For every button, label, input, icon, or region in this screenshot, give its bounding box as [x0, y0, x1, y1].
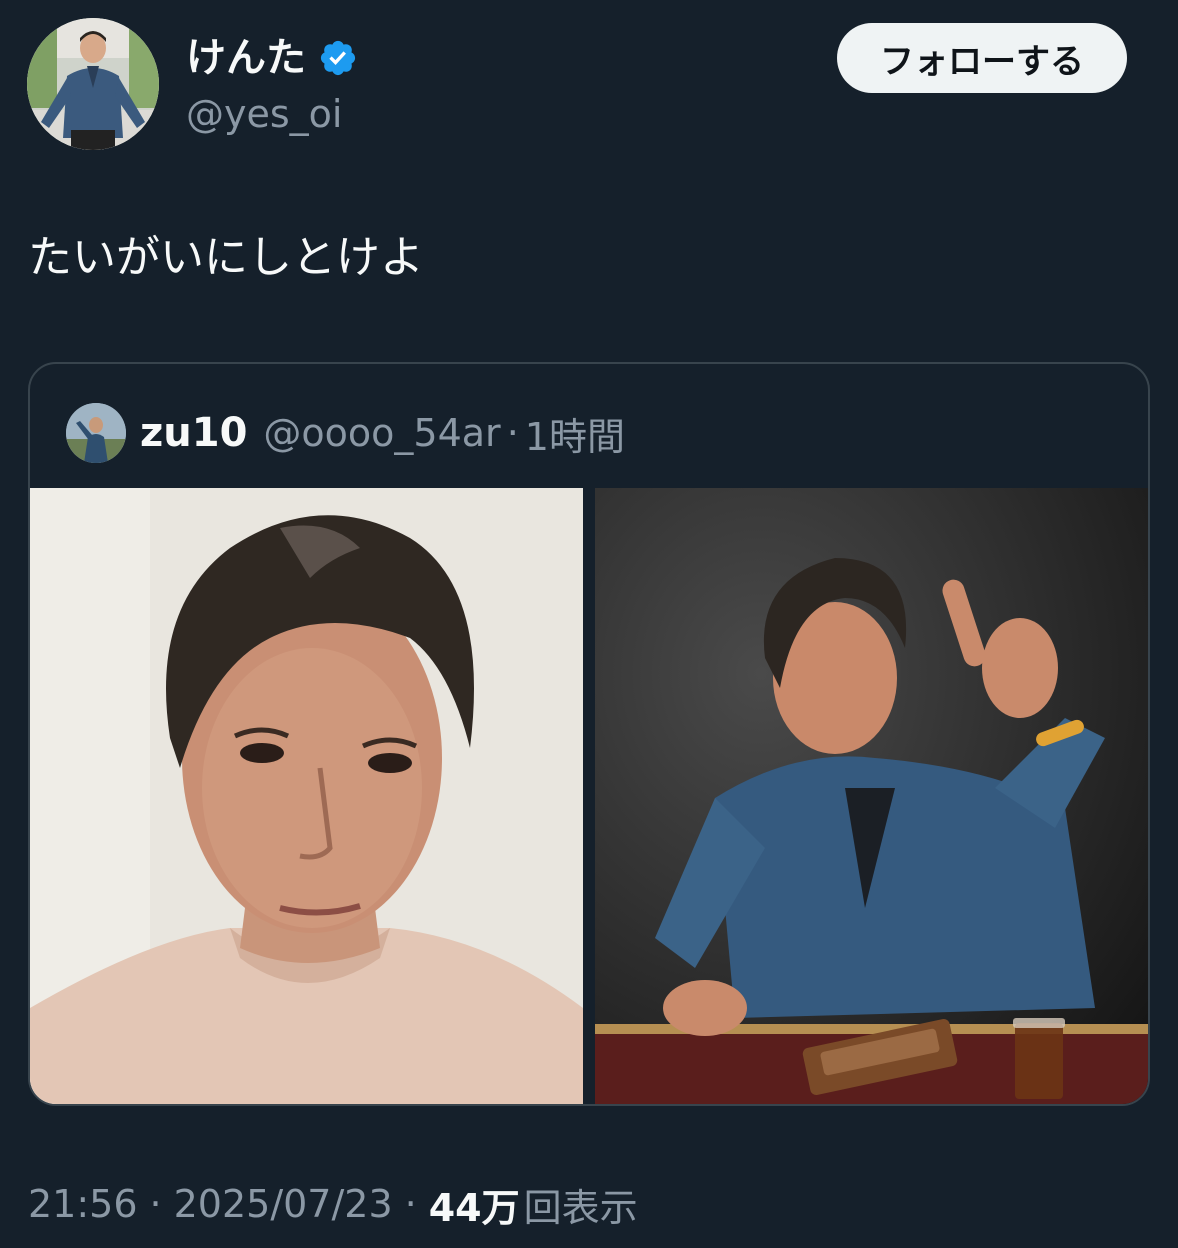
follow-button[interactable]: フォローする [837, 23, 1127, 93]
quoted-timestamp: 1時間 [524, 414, 625, 459]
tweet-date[interactable]: 2025/07/23 [174, 1182, 393, 1226]
media-photo-left[interactable] [30, 488, 583, 1104]
verified-badge-icon [318, 38, 358, 78]
author-name-row[interactable]: けんた [186, 30, 358, 86]
quoted-author-name: zu10 [140, 410, 248, 456]
meta-separator: · [149, 1182, 162, 1226]
quoted-author-avatar [66, 403, 126, 463]
media-photo-right[interactable] [595, 488, 1148, 1104]
tweet-time[interactable]: 21:56 [28, 1182, 138, 1226]
author-display-name[interactable]: けんた [186, 30, 306, 86]
tweet-text: たいがいにしとけよ [28, 232, 424, 283]
meta-separator: · [404, 1182, 417, 1226]
quoted-tweet-card[interactable]: zu10 @oooo_54ar · 1時間 [28, 362, 1150, 1106]
author-avatar[interactable] [27, 18, 159, 150]
views-count: 44万 [428, 1185, 520, 1230]
author-handle[interactable]: @yes_oi [186, 86, 342, 142]
quoted-author-handle: @oooo_54ar [263, 411, 501, 455]
tweet-meta-row: 21:56 · 2025/07/23 · 44万 回表示 [28, 1174, 638, 1234]
quoted-media-grid [30, 488, 1148, 1104]
quoted-tweet-header: zu10 @oooo_54ar · 1時間 [66, 402, 625, 464]
views-label: 回表示 [523, 1185, 638, 1230]
tweet: けんた @yes_oi フォローする たいがいにしとけよ zu10 @oooo_… [0, 0, 1178, 1248]
quoted-separator: · [506, 411, 519, 455]
